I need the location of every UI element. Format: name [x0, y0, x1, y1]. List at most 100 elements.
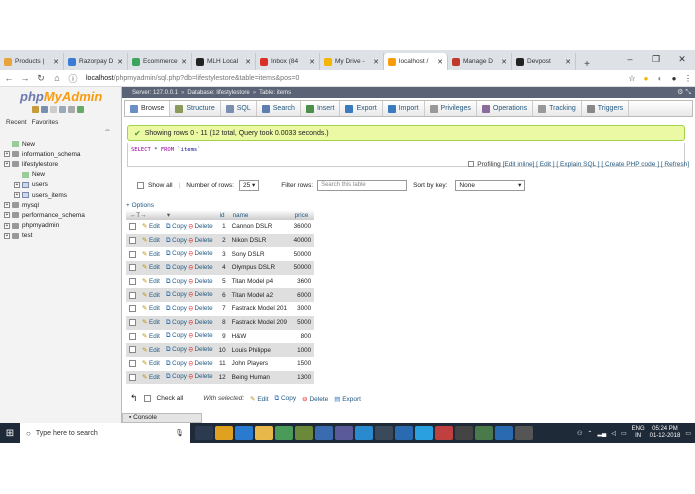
app-icon[interactable] — [475, 426, 493, 440]
network-icon[interactable]: ▂▄ — [597, 430, 606, 437]
chrome-menu-icon[interactable]: ⋮ — [681, 74, 695, 83]
close-tab-icon[interactable]: ✕ — [245, 58, 251, 66]
tree-item[interactable]: + mysql — [4, 200, 85, 210]
row-edit-link[interactable]: ✎ Edit — [139, 329, 163, 344]
reload-icon[interactable]: ↻ — [34, 73, 48, 84]
tab-operations[interactable]: Operations — [477, 101, 534, 116]
tab-insert[interactable]: Insert — [301, 101, 341, 116]
tree-item[interactable]: + test — [4, 231, 85, 241]
tree-item[interactable]: + information_schema — [4, 149, 85, 159]
skype-icon[interactable] — [415, 426, 433, 440]
bookmark-star-icon[interactable]: ☆ — [625, 74, 639, 83]
row-edit-link[interactable]: ✎ Edit — [139, 315, 163, 330]
reload-icon[interactable] — [77, 106, 84, 113]
settings-icon[interactable] — [68, 106, 75, 113]
chrome-app-icon[interactable] — [215, 426, 233, 440]
row-copy-link[interactable]: ⧉ Copy ⊖ Delete — [162, 220, 216, 234]
row-checkbox[interactable] — [129, 250, 136, 258]
browser-tab[interactable]: localhost / ✕ — [384, 53, 448, 70]
app-icon[interactable] — [455, 426, 473, 440]
row-edit-link[interactable]: ✎ Edit — [139, 302, 163, 316]
expand-icon[interactable]: + — [4, 161, 10, 168]
url-field[interactable]: localhost/phpmyadmin/sql.php?db=lifestyl… — [86, 75, 625, 82]
language-indicator[interactable]: ENG IN — [632, 426, 645, 440]
forward-icon[interactable]: → — [18, 73, 32, 83]
row-edit-link[interactable]: ✎ Edit — [139, 356, 163, 371]
tree-item[interactable]: New — [4, 139, 85, 149]
browser-tab[interactable]: My Drive - ✕ — [320, 53, 384, 70]
app-icon[interactable] — [495, 426, 513, 440]
task-view-icon[interactable] — [195, 426, 213, 440]
link-icon[interactable]: ⇔ — [104, 127, 111, 134]
tab-sql[interactable]: SQL — [221, 101, 257, 116]
column-header-id[interactable]: id — [215, 210, 229, 220]
new-tab-icon[interactable]: + — [580, 59, 594, 70]
expand-icon[interactable]: + — [14, 181, 20, 188]
tree-item[interactable]: New — [4, 170, 85, 180]
expand-icon[interactable]: + — [4, 202, 10, 209]
tree-item[interactable]: + users — [4, 180, 85, 190]
tab-structure[interactable]: Structure — [170, 101, 221, 116]
console-toggle[interactable]: ▪ Console — [122, 413, 202, 423]
tab-browse[interactable]: Browse — [125, 101, 171, 116]
home-icon[interactable] — [32, 106, 39, 113]
app-icon[interactable] — [375, 426, 393, 440]
expand-icon[interactable]: + — [4, 232, 10, 239]
row-delete-link[interactable]: Delete — [194, 250, 212, 257]
row-checkbox[interactable] — [129, 332, 136, 340]
windows-start-icon[interactable]: ⊞ — [0, 428, 20, 439]
browser-tab[interactable]: Ecommerce ✕ — [128, 53, 192, 70]
row-edit-link[interactable]: ✎ Edit — [139, 233, 163, 248]
help-icon[interactable] — [50, 106, 57, 113]
app-icon[interactable] — [435, 426, 453, 440]
breadcrumb-database[interactable]: Database: lifestylestore — [187, 90, 249, 96]
tab-export[interactable]: Export — [340, 101, 383, 116]
row-delete-link[interactable]: Delete — [194, 305, 212, 312]
query-links[interactable]: [Edit inline] [ Edit ] [ Explain SQL ] [… — [503, 161, 689, 168]
tab-favorites[interactable]: Favorites — [32, 119, 59, 126]
app-icon[interactable] — [315, 426, 333, 440]
notifications-icon[interactable]: ▭ — [685, 430, 691, 437]
tab-triggers[interactable]: Triggers — [582, 101, 630, 116]
check-all-label[interactable]: Check all — [157, 395, 184, 402]
volume-icon[interactable]: ◁ — [611, 430, 616, 437]
row-delete-link[interactable]: Delete — [194, 291, 212, 298]
expand-icon[interactable]: + — [4, 222, 10, 229]
tab-tracking[interactable]: Tracking — [533, 101, 582, 116]
row-checkbox[interactable] — [129, 360, 136, 368]
row-copy-link[interactable]: ⧉ Copy ⊖ Delete — [162, 329, 216, 344]
vscode-icon[interactable] — [355, 426, 373, 440]
options-link[interactable]: + Options — [126, 202, 154, 209]
expand-icon[interactable]: + — [4, 151, 10, 158]
tab-import[interactable]: Import — [383, 101, 425, 116]
row-edit-link[interactable]: ✎ Edit — [139, 288, 163, 303]
sort-by-key-select[interactable]: None ▾ — [455, 180, 526, 191]
extension-icon[interactable]: ◐ — [653, 74, 667, 83]
row-delete-link[interactable]: Delete — [194, 360, 212, 367]
tray-chevron-icon[interactable]: ⌃ — [587, 430, 592, 437]
home-icon[interactable]: ⌂ — [50, 73, 64, 83]
row-edit-link[interactable]: ✎ Edit — [139, 247, 163, 262]
close-tab-icon[interactable]: ✕ — [501, 58, 507, 66]
tab-search[interactable]: Search — [257, 101, 301, 116]
tree-item[interactable]: + performance_schema — [4, 210, 85, 220]
column-header-name[interactable]: name — [228, 210, 291, 220]
file-explorer-icon[interactable] — [255, 426, 273, 440]
row-copy-link[interactable]: ⧉ Copy ⊖ Delete — [162, 288, 216, 303]
column-header-price[interactable]: price — [290, 210, 315, 220]
close-tab-icon[interactable]: ✕ — [117, 58, 123, 66]
row-checkbox[interactable] — [129, 223, 136, 231]
app-icon[interactable] — [275, 426, 293, 440]
profiling-checkbox[interactable] — [468, 161, 475, 168]
row-copy-link[interactable]: ⧉ Copy ⊖ Delete — [162, 274, 216, 289]
close-tab-icon[interactable]: ✕ — [181, 58, 187, 66]
check-all-checkbox[interactable] — [143, 395, 151, 402]
bulk-edit-button[interactable]: ✎ Edit — [250, 395, 268, 403]
row-delete-link[interactable]: Delete — [194, 346, 212, 353]
row-delete-link[interactable]: Delete — [194, 264, 212, 271]
maximize-icon[interactable]: ❐ — [643, 50, 669, 68]
taskbar-search-box[interactable]: ○ Type here to search 🎙 — [20, 423, 190, 443]
docs-icon[interactable] — [59, 106, 66, 113]
app-icon[interactable] — [335, 426, 353, 440]
row-checkbox[interactable] — [129, 264, 136, 272]
